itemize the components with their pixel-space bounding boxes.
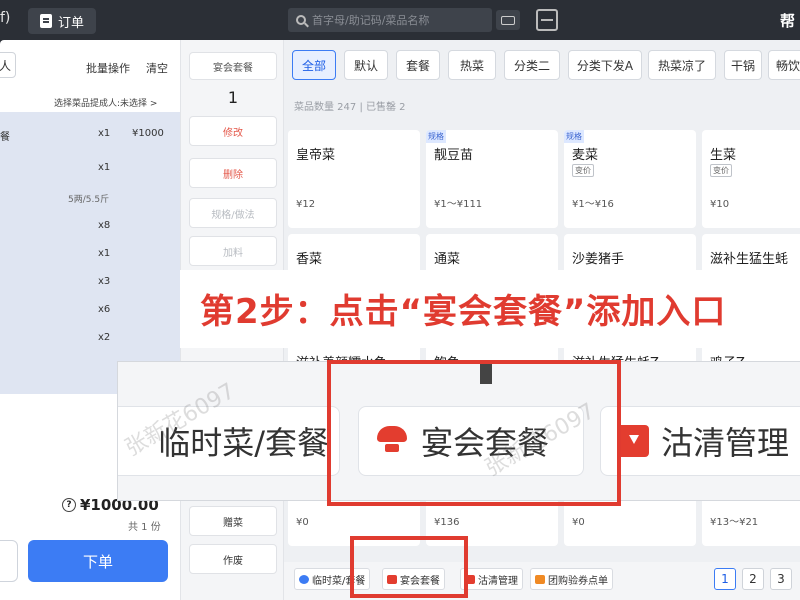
category-tab[interactable]: 全部 <box>292 50 336 80</box>
row-spec: 5两/5.5斤 <box>68 195 110 205</box>
coupon-icon <box>535 574 545 584</box>
dish-name: 麦菜 <box>572 148 599 163</box>
keyboard-button[interactable] <box>496 10 520 30</box>
page-button[interactable]: 2 <box>742 568 764 590</box>
page-button[interactable]: 3 <box>770 568 792 590</box>
category-tab[interactable]: 分类下发A <box>568 50 642 80</box>
category-tab[interactable]: 热菜 <box>448 50 496 80</box>
void-button[interactable]: 作废 <box>189 544 277 574</box>
row-qty: x1 <box>98 128 111 139</box>
help-text[interactable]: 帮 <box>780 10 795 31</box>
page-button[interactable]: 1 <box>714 568 736 590</box>
highlight-box <box>350 536 468 598</box>
variable-price-tag: 变价 <box>572 164 594 177</box>
category-tab[interactable]: 套餐 <box>396 50 440 80</box>
scan-icon[interactable] <box>536 9 558 31</box>
row-qty: x8 <box>98 220 111 231</box>
row-name: 餐 <box>0 132 10 143</box>
zoom-clean-label: 沽清管理 <box>661 424 790 462</box>
edit-button[interactable]: 修改 <box>189 116 277 146</box>
dish-card[interactable]: 皇帝菜 ¥12 <box>288 130 420 228</box>
annotation-step-text: 第2步：点击“宴会套餐”添加入口 <box>200 292 727 332</box>
row-qty: x3 <box>98 276 111 287</box>
secondary-button[interactable] <box>0 540 18 582</box>
order-tab-label: 订单 <box>58 15 85 31</box>
dish-name: 通菜 <box>434 252 461 267</box>
category-tab[interactable]: 干锅 <box>724 50 762 80</box>
row-qty: x2 <box>98 332 111 343</box>
dish-price: ¥12 <box>296 199 316 210</box>
submit-order-button[interactable]: 下单 <box>28 540 168 582</box>
order-panel: 人 批量操作 清空 选择菜品提成人:未选择 > 餐 x1 ¥1000 x1 5两… <box>0 40 180 600</box>
search-box[interactable] <box>288 8 492 32</box>
dish-name: 生菜 <box>710 148 737 163</box>
delete-button[interactable]: 删除 <box>189 158 277 188</box>
top-bar: f) 订单 帮 <box>0 0 800 40</box>
dish-price: ¥1～¥111 <box>434 199 483 210</box>
question-icon[interactable]: ? <box>62 498 76 512</box>
dish-card[interactable]: 规格 麦菜 变价 ¥1～¥16 <box>564 130 696 228</box>
back-text[interactable]: f) <box>0 10 10 26</box>
batch-operation-button[interactable]: 批量操作 <box>86 60 130 76</box>
dish-price: ¥136 <box>434 517 460 528</box>
row-qty: x1 <box>98 162 111 173</box>
person-button[interactable]: 人 <box>0 52 16 78</box>
dish-card[interactable]: 生菜 变价 ¥10 <box>702 130 800 228</box>
highlight-box <box>327 360 621 506</box>
row-qty: x6 <box>98 304 111 315</box>
selected-item-qty: 1 <box>227 88 239 107</box>
group-coupon-button[interactable]: 团购验券点单 <box>530 568 613 590</box>
clock-icon <box>299 574 309 584</box>
category-tab[interactable]: 畅饮 <box>768 50 800 80</box>
dish-price: ¥13～¥21 <box>710 517 759 528</box>
dish-price: ¥1～¥16 <box>572 199 614 210</box>
order-item-list[interactable]: 餐 x1 ¥1000 x1 5两/5.5斤 x8 x1 x3 x6 x2 <box>0 112 180 394</box>
sold-out-management-button[interactable]: 沽清管理 <box>460 568 523 590</box>
category-tab[interactable]: 默认 <box>344 50 388 80</box>
clear-button[interactable]: 清空 <box>146 60 168 76</box>
spec-method-button[interactable]: 规格/做法 <box>189 198 277 228</box>
order-icon <box>40 14 52 28</box>
row-price: ¥1000 <box>132 128 164 139</box>
add-topping-button[interactable]: 加料 <box>189 236 277 266</box>
gift-dish-button[interactable]: 赠菜 <box>189 506 277 536</box>
search-icon <box>296 15 306 25</box>
row-qty: x1 <box>98 248 111 259</box>
dish-price: ¥0 <box>296 517 309 528</box>
dish-name: 皇帝菜 <box>296 148 336 163</box>
spec-tag: 规格 <box>426 130 446 143</box>
order-tab[interactable]: 订单 <box>28 8 96 34</box>
dish-price: ¥0 <box>572 517 585 528</box>
dish-count: 菜品数量 247 | 已售罄 2 <box>294 102 406 113</box>
dish-name: 沙姜猪手 <box>572 252 625 267</box>
zoom-clean-button: 沽清管理 <box>600 406 800 476</box>
keyboard-icon <box>501 15 515 25</box>
category-tab[interactable]: 分类二 <box>504 50 560 80</box>
commission-person-selector[interactable]: 选择菜品提成人:未选择 > <box>54 96 157 109</box>
dish-name: 香菜 <box>296 252 323 267</box>
dish-name: 滋补生猛生蚝 <box>710 252 789 267</box>
category-tab[interactable]: 热菜凉了 <box>648 50 716 80</box>
group-coupon-label: 团购验券点单 <box>548 575 608 587</box>
spec-tag: 规格 <box>564 130 584 143</box>
selected-item-label: 宴会套餐 <box>189 52 277 80</box>
dish-name: 靓豆苗 <box>434 148 474 163</box>
dish-card[interactable]: 规格 靓豆苗 ¥1～¥111 <box>426 130 558 228</box>
sold-out-management-label: 沽清管理 <box>478 575 518 587</box>
search-input[interactable] <box>312 13 482 27</box>
dish-price: ¥10 <box>710 199 730 210</box>
variable-price-tag: 变价 <box>710 164 732 177</box>
item-count: 共 1 份 <box>128 522 161 533</box>
clean-icon <box>617 425 649 457</box>
